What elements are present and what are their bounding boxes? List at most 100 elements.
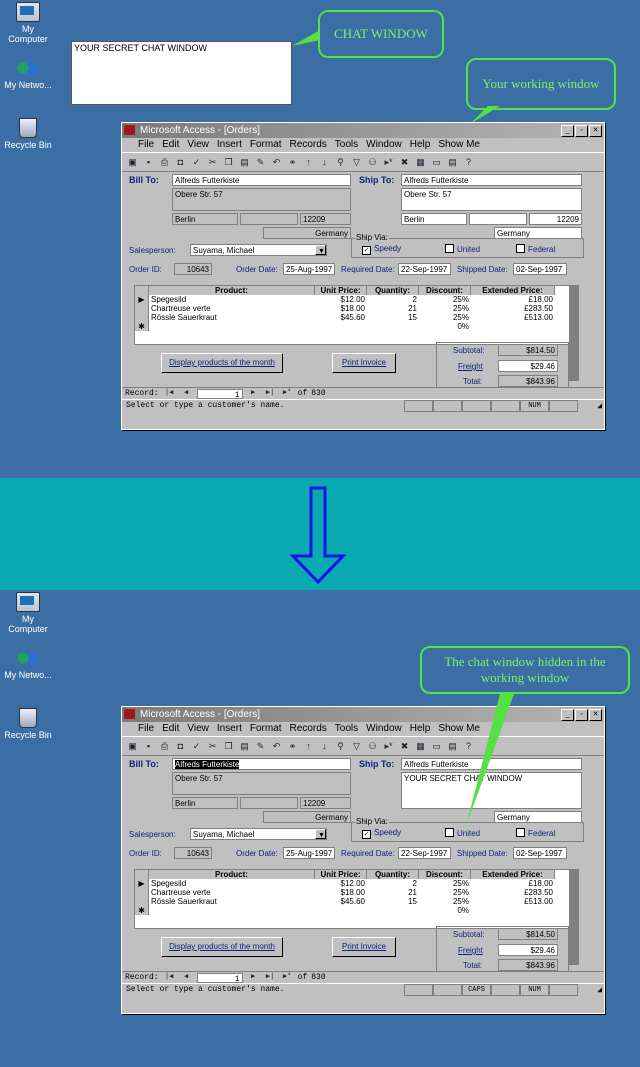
checkbox-icon[interactable] [445,828,454,837]
cell-unit-price[interactable]: $45.60 [315,897,367,906]
col-discount[interactable]: Discount: [419,286,471,295]
title-bar[interactable]: Microsoft Access - [Orders] _ ▫ ✕ [122,123,604,138]
cell-discount[interactable]: 25% [419,897,471,906]
cell-quantity[interactable]: 21 [367,888,419,897]
cell-product[interactable]: Spegesild [149,295,315,304]
restore-icon[interactable]: ▫ [575,709,588,721]
cell-quantity[interactable]: 2 [367,295,419,304]
filter-icon[interactable]: ⚲ [334,740,347,753]
menu-insert[interactable]: Insert [217,722,242,736]
copy-icon[interactable]: ❐ [222,740,235,753]
order-date-field[interactable]: 25-Aug-1997 [283,263,335,275]
sort-desc-icon[interactable]: ↓ [318,156,331,169]
col-unit-price[interactable]: Unit Price: [315,286,367,295]
spelling-icon[interactable]: ✓ [190,156,203,169]
recycle-bin-icon[interactable]: Recycle Bin [2,118,54,150]
checkbox-checked-icon[interactable]: ✓ [362,830,371,839]
menu-show-me[interactable]: Show Me [438,138,480,152]
cell-discount[interactable]: 25% [419,313,471,322]
cut-icon[interactable]: ✂ [206,740,219,753]
help-icon[interactable]: ? [462,740,475,753]
ship-via-speedy[interactable]: ✓ Speedy [362,244,401,255]
resize-grip-icon[interactable]: ◢ [597,401,602,412]
print-icon[interactable]: ⎙ [158,740,171,753]
menu-file[interactable]: File [138,138,154,152]
copy-icon[interactable]: ❐ [222,156,235,169]
cell-discount[interactable]: 25% [419,888,471,897]
title-bar[interactable]: Microsoft Access - [Orders] _ ▫ ✕ [122,707,604,722]
bill-to-name-field[interactable]: Alfreds Futterkiste [172,758,351,770]
cell-quantity[interactable]: 15 [367,897,419,906]
cell-unit-price[interactable]: $45.60 [315,313,367,322]
ship-via-federal[interactable]: Federal [516,244,555,254]
display-products-button[interactable]: Display products of the month [161,937,283,957]
menu-view[interactable]: View [187,138,209,152]
grid-scrollbar[interactable] [569,869,579,965]
undo-icon[interactable]: ↶ [270,740,283,753]
restore-icon[interactable]: ▫ [575,125,588,137]
spelling-icon[interactable]: ✓ [190,740,203,753]
ship-postal-field[interactable]: 12209 [529,213,582,225]
new-record-icon[interactable]: ▸* [382,156,395,169]
required-date-field[interactable]: 22-Sep-1997 [398,847,451,859]
menu-format[interactable]: Format [250,722,282,736]
required-date-field[interactable]: 22-Sep-1997 [398,263,451,275]
sort-asc-icon[interactable]: ↑ [302,156,315,169]
menu-format[interactable]: Format [250,138,282,152]
record-number-field[interactable]: 1 [196,388,243,399]
cell-discount[interactable]: 25% [419,295,471,304]
freight-field[interactable]: $29.46 [498,360,558,372]
print-invoice-button[interactable]: Print Invoice [332,353,396,373]
sort-desc-icon[interactable]: ↓ [318,740,331,753]
menu-records[interactable]: Records [290,138,327,152]
secret-chat-window[interactable]: YOUR SECRET CHAT WINDOW [71,41,292,105]
table-row[interactable]: Rössle Sauerkraut $45.60 15 25% £513.00 [135,313,569,322]
my-computer-icon[interactable]: My Computer [2,2,54,44]
new-record-row[interactable]: ✱ 0% [135,906,569,915]
menu-edit[interactable]: Edit [162,138,179,152]
menu-help[interactable]: Help [410,138,431,152]
save-icon[interactable]: ▪ [142,740,155,753]
record-number-field[interactable]: 1 [196,972,243,983]
my-computer-icon[interactable]: My Computer [2,592,54,634]
cell-unit-price[interactable]: $12.00 [315,295,367,304]
col-extended-price[interactable]: Extended Price: [471,870,555,879]
cell-product[interactable]: Spegesild [149,879,315,888]
cell-quantity[interactable]: 15 [367,313,419,322]
cut-icon[interactable]: ✂ [206,156,219,169]
filter-form-icon[interactable]: ▽ [350,156,363,169]
checkbox-checked-icon[interactable]: ✓ [362,246,371,255]
cell-product[interactable]: Chartreuse verte [149,304,315,313]
freight-field[interactable]: $29.46 [498,944,558,956]
cell-product[interactable]: Rössle Sauerkraut [149,897,315,906]
find-icon[interactable]: ⚇ [366,740,379,753]
col-quantity[interactable]: Quantity: [367,286,419,295]
order-date-field[interactable]: 25-Aug-1997 [283,847,335,859]
properties-icon[interactable]: ▦ [414,156,427,169]
current-row-icon[interactable]: ▶ [135,295,149,304]
bill-to-name-field[interactable]: Alfreds Futterkiste [172,174,351,186]
cell-unit-price[interactable]: $18.00 [315,304,367,313]
recycle-bin-icon[interactable]: Recycle Bin [2,708,54,740]
undo-icon[interactable]: ↶ [270,156,283,169]
hidden-chat-field[interactable]: YOUR SECRET CHAT WINDOW [401,772,582,809]
table-row[interactable]: ▶ Spegesild $12.00 2 25% £18.00 [135,879,569,888]
menu-records[interactable]: Records [290,722,327,736]
minimize-icon[interactable]: _ [561,709,574,721]
find-icon[interactable]: ⚇ [366,156,379,169]
print-icon[interactable]: ⎙ [158,156,171,169]
minimize-icon[interactable]: _ [561,125,574,137]
new-record-row[interactable]: ✱ 0% [135,322,569,331]
menu-tools[interactable]: Tools [335,138,358,152]
network-icon[interactable]: My Netwo... [2,60,54,90]
new-object-icon[interactable]: ▤ [446,156,459,169]
preview-icon[interactable]: ◘ [174,740,187,753]
hyperlink-icon[interactable]: ⚭ [286,740,299,753]
ship-via-united[interactable]: United [445,828,480,838]
paste-icon[interactable]: ▤ [238,740,251,753]
cell-unit-price[interactable]: $12.00 [315,879,367,888]
shipped-date-field[interactable]: 02-Sep-1997 [513,263,567,275]
filter-icon[interactable]: ⚲ [334,156,347,169]
table-row[interactable]: Chartreuse verte $18.00 21 25% £283.50 [135,304,569,313]
delete-record-icon[interactable]: ✖ [398,740,411,753]
